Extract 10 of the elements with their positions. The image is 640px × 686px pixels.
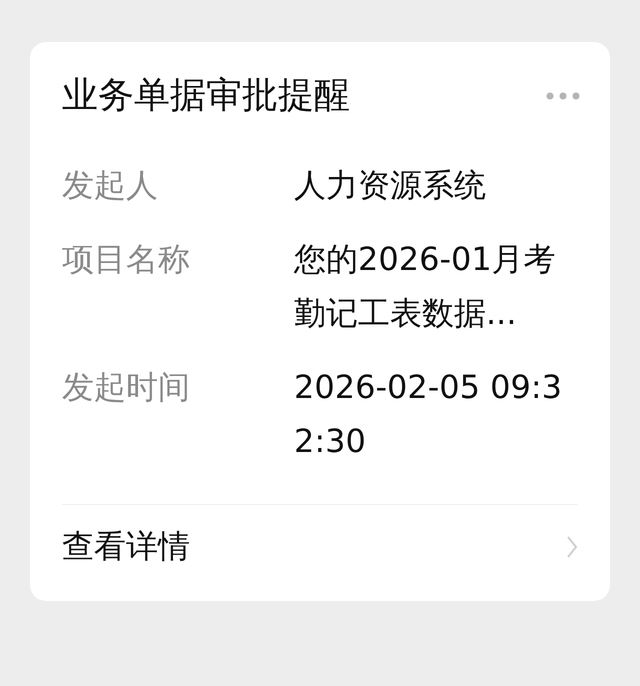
field-label: 项目名称 bbox=[62, 239, 191, 280]
field-value: 人力资源系统 bbox=[294, 165, 487, 206]
field-value: 您的2026-01月考勤记工表数据... bbox=[294, 239, 557, 334]
card-title: 业务单据审批提醒 bbox=[62, 74, 350, 118]
field-label: 发起时间 bbox=[62, 367, 191, 408]
more-icon[interactable] bbox=[546, 92, 580, 100]
chevron-right-icon bbox=[566, 535, 578, 559]
view-details-link[interactable]: 查看详情 bbox=[62, 505, 578, 589]
field-label: 发起人 bbox=[62, 165, 159, 206]
field-value: 2026-02-05 09:32:30 bbox=[294, 367, 563, 462]
